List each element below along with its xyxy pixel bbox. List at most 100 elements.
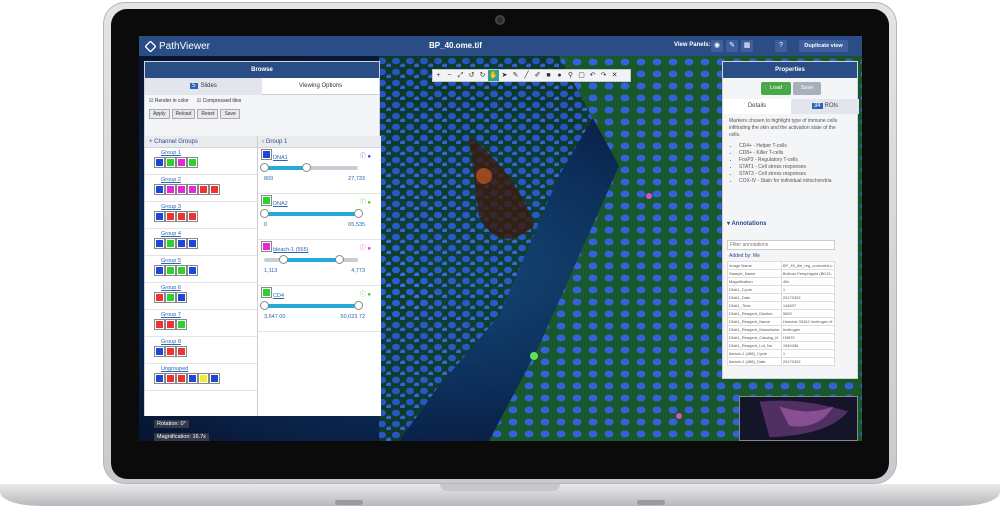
channel-swatch[interactable] (176, 346, 187, 357)
reset-button[interactable]: Reset (197, 109, 219, 119)
channel-range-slider[interactable] (264, 255, 358, 264)
square-icon[interactable]: ■ (543, 70, 554, 81)
channel-swatch[interactable] (176, 157, 187, 168)
slider-handle[interactable] (260, 163, 269, 172)
slider-handle[interactable] (335, 255, 345, 264)
channel-name[interactable]: CD4 (273, 293, 284, 299)
channel-max-value[interactable]: 4,773 (351, 268, 365, 274)
fit-icon[interactable]: ⤢ (455, 70, 466, 81)
channel-max-value[interactable]: 50,023.72 (341, 314, 365, 320)
reload-button[interactable]: Reload (171, 109, 196, 119)
channel-swatch[interactable] (165, 319, 176, 330)
channel-swatch[interactable] (187, 265, 198, 276)
group-name[interactable]: Group 1 (161, 150, 181, 156)
channel-swatch[interactable] (176, 292, 187, 303)
freehand-icon[interactable]: ✐ (532, 70, 543, 81)
redo-icon[interactable]: ↷ (598, 70, 609, 81)
channel-swatch[interactable] (187, 211, 198, 222)
slider-handle[interactable] (278, 255, 288, 264)
overview-thumbnail[interactable] (739, 396, 858, 441)
pen-icon[interactable]: ✎ (510, 70, 521, 81)
channel-swatch[interactable] (187, 238, 198, 249)
channel-name[interactable]: bleach-1 (555) (273, 247, 308, 253)
channel-info-icon[interactable]: ⓘ ● (360, 151, 371, 160)
channel-min-value[interactable]: 1,113 (264, 268, 277, 274)
group-name[interactable]: Group 8 (161, 339, 181, 345)
channel-swatch[interactable] (154, 265, 165, 276)
pan-hand-icon[interactable]: ✋ (488, 70, 499, 81)
channel-swatch[interactable] (176, 265, 187, 276)
channel-swatch[interactable] (209, 184, 220, 195)
line-icon[interactable]: ╱ (521, 70, 532, 81)
channel-swatch[interactable] (165, 157, 176, 168)
grid-icon[interactable]: ▦ (741, 40, 753, 52)
channel-max-value[interactable]: 27,733 (348, 176, 365, 182)
channel-range-slider[interactable] (260, 301, 363, 310)
slider-handle[interactable] (302, 163, 312, 172)
copy-icon[interactable]: ▢ (576, 70, 587, 81)
channel-swatch[interactable] (165, 292, 176, 303)
channel-color-swatch[interactable] (261, 149, 272, 160)
channel-group[interactable]: Group 7 (145, 310, 257, 337)
delete-icon[interactable]: ✕ (609, 70, 620, 81)
load-button[interactable]: Load (761, 82, 791, 95)
channel-group[interactable]: Group 3 (145, 202, 257, 229)
channel-range-slider[interactable] (260, 163, 358, 172)
channel-swatch[interactable] (154, 292, 165, 303)
channel-swatch[interactable] (209, 373, 220, 384)
channel-swatch[interactable] (154, 184, 165, 195)
channel-swatch[interactable] (176, 319, 187, 330)
channel-swatch[interactable] (187, 184, 198, 195)
channel-group[interactable]: Group 2 (145, 175, 257, 202)
rotate-right-icon[interactable]: ↻ (477, 70, 488, 81)
globe-icon[interactable]: ◉ (711, 40, 723, 52)
channel-name[interactable]: DNA1 (273, 155, 288, 161)
zoom-out-icon[interactable]: − (444, 70, 455, 81)
undo-icon[interactable]: ↶ (587, 70, 598, 81)
channel-info-icon[interactable]: ⓘ ● (360, 197, 371, 206)
channel-swatch[interactable] (154, 319, 165, 330)
channel-swatch[interactable] (176, 184, 187, 195)
help-icon[interactable]: ? (775, 40, 787, 52)
tab-viewing-options[interactable]: Viewing Options (262, 78, 379, 95)
channel-group[interactable]: Group 1 (145, 148, 257, 175)
channel-swatch[interactable] (154, 157, 165, 168)
marker-icon[interactable]: ⚲ (565, 70, 576, 81)
channel-group[interactable]: Ungrouped (145, 364, 257, 391)
group-name[interactable]: Group 4 (161, 231, 181, 237)
channel-group[interactable]: Group 5 (145, 256, 257, 283)
group-name[interactable]: Group 3 (161, 204, 181, 210)
channel-min-value[interactable]: 809 (264, 176, 273, 182)
channel-max-value[interactable]: 65,535 (348, 222, 365, 228)
duplicate-view-button[interactable]: Duplicate view (799, 40, 848, 52)
channel-group[interactable]: Group 6 (145, 283, 257, 310)
channel-swatch[interactable] (165, 184, 176, 195)
apply-button[interactable]: Apply (149, 109, 170, 119)
channel-name[interactable]: DNA2 (273, 201, 288, 207)
channel-info-icon[interactable]: ⓘ ● (360, 289, 371, 298)
slider-handle[interactable] (260, 209, 269, 218)
channel-group[interactable]: Group 8 (145, 337, 257, 364)
filter-annotations-input[interactable] (727, 240, 835, 250)
channel-swatch[interactable] (176, 238, 187, 249)
channel-swatch[interactable] (154, 346, 165, 357)
channel-min-value[interactable]: 0 (264, 222, 267, 228)
channel-swatch[interactable] (176, 373, 187, 384)
channel-color-swatch[interactable] (261, 287, 272, 298)
channel-color-swatch[interactable] (261, 195, 272, 206)
channel-swatch[interactable] (176, 211, 187, 222)
group-name[interactable]: Group 7 (161, 312, 181, 318)
circle-icon[interactable]: ● (554, 70, 565, 81)
wrench-icon[interactable]: ✎ (726, 40, 738, 52)
channel-swatch[interactable] (198, 373, 209, 384)
channel-color-swatch[interactable] (261, 241, 272, 252)
channel-swatch[interactable] (154, 238, 165, 249)
save-button[interactable]: Save (220, 109, 240, 119)
channel-swatch[interactable] (154, 211, 165, 222)
slider-handle[interactable] (354, 301, 363, 310)
pointer-icon[interactable]: ➤ (499, 70, 510, 81)
channel-swatch[interactable] (165, 238, 176, 249)
group-name[interactable]: Group 2 (161, 177, 181, 183)
group-name[interactable]: Group 6 (161, 285, 181, 291)
rotate-left-icon[interactable]: ↺ (466, 70, 477, 81)
